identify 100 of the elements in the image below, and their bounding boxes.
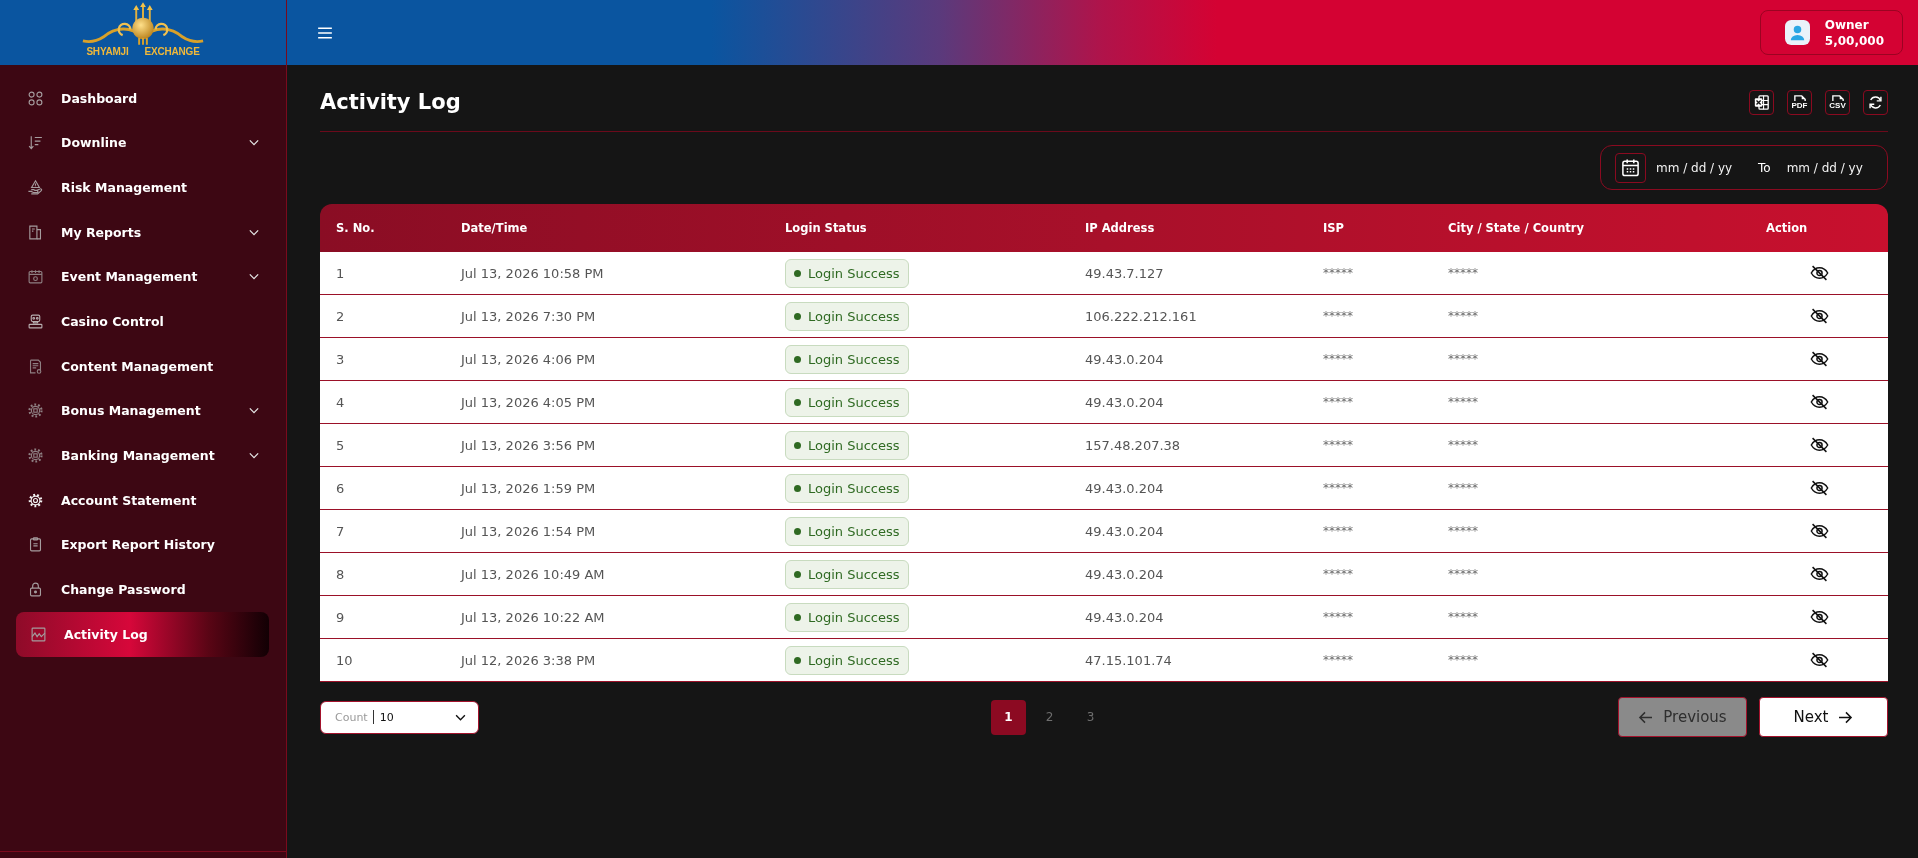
table-cell-text: ***** <box>1322 266 1354 280</box>
sidebar-item[interactable]: Banking Management <box>16 433 269 478</box>
sidebar-item[interactable]: My Reports <box>16 209 269 255</box>
refresh-button[interactable] <box>1863 89 1888 115</box>
eye-slash-icon <box>1809 394 1829 410</box>
table-cell-text: Jul 13, 2026 4:06 PM <box>459 351 597 367</box>
sidebar-item[interactable]: Downline <box>16 120 269 166</box>
csv-export-button[interactable]: CSV <box>1825 89 1850 115</box>
file-icon <box>1831 94 1844 101</box>
visibility-toggle-button[interactable] <box>1809 609 1829 625</box>
pdf-export-button[interactable]: PDF <box>1787 89 1812 115</box>
status-text: Login Success <box>808 609 900 625</box>
table-cell-text: ***** <box>1322 524 1354 538</box>
table-cell-text: ***** <box>1447 524 1479 538</box>
sidebar-item[interactable]: Risk Management <box>16 165 269 210</box>
page-button[interactable]: 2 <box>1032 699 1067 735</box>
table-cell-text: 49.43.0.204 <box>1084 523 1165 539</box>
table-cell-text: Jul 13, 2026 10:58 PM <box>459 265 605 281</box>
table-cell-text: 6 <box>335 480 346 496</box>
to-date-field[interactable]: mm / dd / yy <box>1786 158 1873 177</box>
table-cell-text: Jul 13, 2026 10:49 AM <box>459 566 606 582</box>
calendar-button[interactable] <box>1615 152 1646 183</box>
logo-text: SHYAMJI <box>86 46 129 58</box>
table-cell-text: ***** <box>1322 352 1354 366</box>
user-avatar-icon <box>1784 20 1810 45</box>
status-text: Login Success <box>808 480 900 496</box>
menu-icon <box>317 26 333 39</box>
visibility-toggle-button[interactable] <box>1809 394 1829 410</box>
spreadsheet-icon <box>1754 94 1769 110</box>
status-text: Login Success <box>808 523 900 539</box>
chevron-down-icon <box>455 713 466 721</box>
column-header: Date/Time <box>460 221 529 235</box>
status-text: Login Success <box>808 308 900 324</box>
table-cell-text: Jul 13, 2026 3:56 PM <box>459 437 597 453</box>
table-cell-text: ***** <box>1322 653 1354 667</box>
table-cell-text: Jul 13, 2026 10:22 AM <box>459 609 606 625</box>
visibility-toggle-button[interactable] <box>1809 652 1829 668</box>
table-cell-text: 49.43.0.204 <box>1084 609 1165 625</box>
status-text: Login Success <box>808 652 900 668</box>
document-icon <box>27 223 44 241</box>
sidebar-item[interactable]: Export Report History <box>16 522 269 568</box>
column-header: ISP <box>1322 221 1345 235</box>
page-button[interactable]: 1 <box>991 699 1026 735</box>
calendar-icon <box>1621 158 1640 177</box>
table-cell-text: Jul 13, 2026 4:05 PM <box>459 394 597 410</box>
table-cell-text: Jul 13, 2026 1:54 PM <box>459 523 597 539</box>
account-role: Owner <box>1824 16 1870 33</box>
next-button[interactable]: Next <box>1759 697 1888 737</box>
arrow-left-icon <box>1638 710 1654 724</box>
eye-slash-icon <box>1809 265 1829 281</box>
visibility-toggle-button[interactable] <box>1809 351 1829 367</box>
gear-box-icon <box>27 402 44 420</box>
sidebar-item[interactable]: Activity Log <box>16 611 269 657</box>
visibility-toggle-button[interactable] <box>1809 480 1829 496</box>
status-text: Login Success <box>808 437 900 453</box>
visibility-toggle-button[interactable] <box>1809 523 1829 539</box>
visibility-toggle-button[interactable] <box>1809 265 1829 281</box>
hand-warning-icon <box>27 179 44 197</box>
circles-grid-icon <box>27 89 44 107</box>
column-header: IP Address <box>1084 221 1156 235</box>
visibility-toggle-button[interactable] <box>1809 566 1829 582</box>
file-icon <box>1793 94 1806 101</box>
table-cell-text: ***** <box>1322 395 1354 409</box>
refresh-icon <box>1868 94 1883 110</box>
account-menu[interactable]: Owner 5,00,000 <box>1759 10 1903 55</box>
visibility-toggle-button[interactable] <box>1809 308 1829 324</box>
page-button[interactable]: 3 <box>1073 699 1108 735</box>
calendar-gear-icon <box>27 268 44 286</box>
from-date-field[interactable]: mm / dd / yy <box>1656 158 1742 177</box>
table-cell-text: 49.43.0.204 <box>1084 351 1165 367</box>
sidebar-item[interactable]: Event Management <box>16 254 269 300</box>
document-lines-icon <box>27 357 44 375</box>
status-dot-icon <box>794 527 801 535</box>
sidebar-item[interactable]: Content Management <box>16 343 269 389</box>
eye-slash-icon <box>1809 480 1829 496</box>
sidebar-item[interactable]: Account Statement <box>16 477 269 523</box>
sidebar-item[interactable]: Dashboard <box>16 76 269 121</box>
eye-slash-icon <box>1809 437 1829 453</box>
eye-slash-icon <box>1809 308 1829 324</box>
table-cell-text: 5 <box>335 437 346 453</box>
status-text: Login Success <box>808 394 900 410</box>
table-cell-text: 47.15.101.74 <box>1084 652 1173 668</box>
table-cell-text: 10 <box>335 652 354 668</box>
account-balance: 5,00,000 <box>1824 32 1884 49</box>
table-cell-text: ***** <box>1447 395 1479 409</box>
status-dot-icon <box>794 656 801 664</box>
page-size-select[interactable]: Count 10 <box>320 700 479 734</box>
sidebar-item[interactable]: Casino Control <box>16 299 269 344</box>
sidebar-item[interactable]: Change Password <box>16 567 269 612</box>
table-cell-text: 9 <box>335 609 346 625</box>
status-dot-icon <box>794 484 801 492</box>
eye-slash-icon <box>1809 566 1829 582</box>
logo-text: EXCHANGE <box>144 46 200 58</box>
table-cell-text: 106.222.212.161 <box>1084 308 1198 324</box>
sidebar-item[interactable]: Bonus Management <box>16 388 269 434</box>
visibility-toggle-button[interactable] <box>1809 437 1829 453</box>
table-cell-text: 2 <box>335 308 346 324</box>
excel-export-button[interactable] <box>1749 89 1774 115</box>
table-cell-text: ***** <box>1322 481 1354 495</box>
table-cell-text: 8 <box>335 566 346 582</box>
